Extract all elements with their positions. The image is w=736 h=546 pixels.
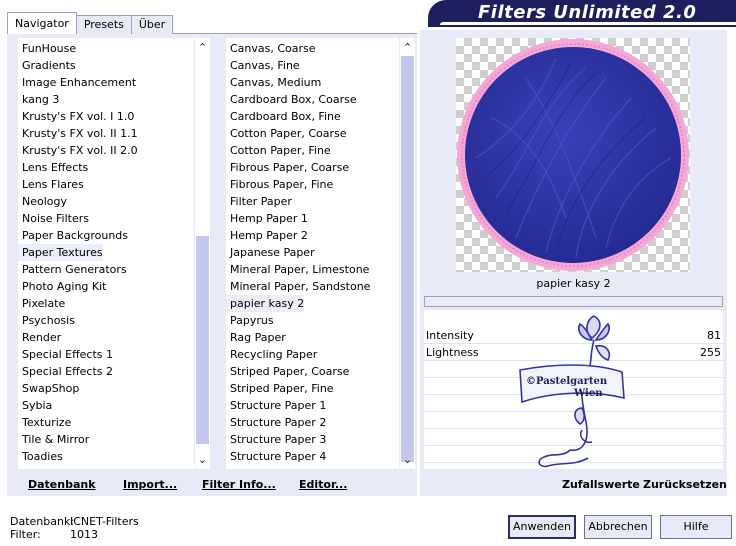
- category-scrollbar[interactable]: ⌃ ⌄: [195, 38, 210, 469]
- tab-bar: Navigator Presets Über: [7, 10, 174, 34]
- watermark-text: ©Pastelgarten: [526, 376, 608, 387]
- filter-list-item[interactable]: Structure Paper 1: [226, 397, 326, 414]
- filter-scrollbar[interactable]: ⌃ ⌄: [400, 38, 415, 469]
- filter-list-item[interactable]: Canvas, Coarse: [226, 40, 316, 57]
- cancel-button[interactable]: Abbrechen: [584, 515, 652, 539]
- category-list-item[interactable]: Noise Filters: [18, 210, 89, 227]
- category-list-item[interactable]: Photo Aging Kit: [18, 278, 106, 295]
- category-list-item[interactable]: Psychosis: [18, 312, 75, 329]
- scroll-up-icon[interactable]: ⌃: [400, 40, 415, 55]
- category-list-item[interactable]: Paper Backgrounds: [18, 227, 128, 244]
- category-list-item[interactable]: Special Effects 1: [18, 346, 113, 363]
- category-list-item[interactable]: Lens Effects: [18, 159, 88, 176]
- progress-bar: [424, 296, 723, 307]
- filter-list-item[interactable]: Canvas, Medium: [226, 74, 321, 91]
- category-list-item[interactable]: Render: [18, 329, 61, 346]
- filter-list-item[interactable]: Striped Paper, Fine: [226, 380, 334, 397]
- filter-list-item[interactable]: Cardboard Box, Coarse: [226, 91, 357, 108]
- filter-list-item[interactable]: Filter Paper: [226, 193, 292, 210]
- filter-list-item[interactable]: Mineral Paper, Sandstone: [226, 278, 370, 295]
- filter-list[interactable]: Canvas, Coarse Canvas, Fine Canvas, Medium…: [226, 38, 399, 469]
- category-scroll-thumb[interactable]: [196, 236, 209, 444]
- category-list-item[interactable]: Pattern Generators: [18, 261, 127, 278]
- database-button[interactable]: Datenbank: [28, 478, 96, 491]
- parameter-value[interactable]: 81: [707, 329, 721, 342]
- watermark-logo: ©Pastelgarten Wien: [519, 315, 625, 468]
- category-list-item[interactable]: Texturize: [18, 414, 71, 431]
- filter-list-item[interactable]: Papyrus: [226, 312, 274, 329]
- tab-about[interactable]: Über: [130, 15, 174, 34]
- filter-list-item[interactable]: Structure Paper 4: [226, 448, 326, 465]
- import-button[interactable]: Import...: [123, 478, 177, 491]
- category-list-item[interactable]: Krusty's FX vol. II 2.0: [18, 142, 138, 159]
- parameter-label: Lightness: [426, 346, 479, 359]
- app-title: Filters Unlimited 2.0: [478, 2, 697, 23]
- filter-count-value: 1013: [70, 528, 98, 541]
- category-list[interactable]: FunHouse Gradients Image Enhancement kang 3…: [18, 38, 194, 469]
- tab-presets[interactable]: Presets: [75, 15, 132, 34]
- category-list-item[interactable]: Toadies: [18, 448, 63, 465]
- svg-text:Wien: Wien: [573, 388, 603, 399]
- scroll-down-icon[interactable]: ⌄: [400, 452, 415, 467]
- parameter-value[interactable]: 255: [700, 346, 721, 359]
- filter-list-item[interactable]: Structure Paper 2: [226, 414, 326, 431]
- selected-filter-name: papier kasy 2: [424, 272, 723, 296]
- category-list-item[interactable]: SwapShop: [18, 380, 79, 397]
- filter-list-item[interactable]: Japanese Paper: [226, 244, 315, 261]
- filter-list-item[interactable]: Cotton Paper, Coarse: [226, 125, 347, 142]
- help-button[interactable]: Hilfe: [660, 515, 732, 539]
- filter-list-item[interactable]: Cotton Paper, Fine: [226, 142, 331, 159]
- filter-list-item[interactable]: Fibrous Paper, Fine: [226, 176, 333, 193]
- filter-list-item[interactable]: Rag Paper: [226, 329, 286, 346]
- category-list-item[interactable]: kang 3: [18, 91, 59, 108]
- category-list-item[interactable]: Special Effects 2: [18, 363, 113, 380]
- database-value: ICNET-Filters: [70, 515, 139, 528]
- category-list-item[interactable]: Neology: [18, 193, 67, 210]
- filter-list-item[interactable]: Striped Paper, Coarse: [226, 363, 349, 380]
- filter-scroll-thumb[interactable]: [401, 56, 414, 462]
- category-list-item[interactable]: Krusty's FX vol. I 1.0: [18, 108, 134, 125]
- category-list-item[interactable]: Gradients: [18, 57, 76, 74]
- category-list-item[interactable]: Sybia: [18, 397, 52, 414]
- filter-count-label: Filter:: [10, 528, 41, 541]
- apply-button[interactable]: Anwenden: [508, 515, 576, 539]
- filter-list-item[interactable]: Recycling Paper: [226, 346, 317, 363]
- random-values-button[interactable]: Zufallswerte: [562, 478, 640, 491]
- database-label: Datenbank:: [10, 515, 75, 528]
- scroll-up-icon[interactable]: ⌃: [195, 40, 210, 55]
- reset-button[interactable]: Zurücksetzen: [643, 478, 727, 491]
- filter-list-item[interactable]: Canvas, Fine: [226, 57, 300, 74]
- filter-list-item[interactable]: Structure Paper 3: [226, 431, 326, 448]
- filter-list-item[interactable]: Hemp Paper 1: [226, 210, 308, 227]
- category-list-item[interactable]: Lens Flares: [18, 176, 84, 193]
- filter-list-item[interactable]: Hemp Paper 2: [226, 227, 308, 244]
- category-list-item[interactable]: Pixelate: [18, 295, 65, 312]
- category-list-item[interactable]: Tile & Mirror: [18, 431, 89, 448]
- preview-artwork: [457, 39, 689, 271]
- category-list-item[interactable]: Image Enhancement: [18, 74, 136, 91]
- filter-list-item[interactable]: Cardboard Box, Fine: [226, 108, 341, 125]
- filter-info-button[interactable]: Filter Info...: [202, 478, 276, 491]
- category-list-item[interactable]: FunHouse: [18, 40, 76, 57]
- category-list-item[interactable]: Krusty's FX vol. II 1.1: [18, 125, 138, 142]
- editor-button[interactable]: Editor...: [299, 478, 347, 491]
- scroll-down-icon[interactable]: ⌄: [195, 452, 210, 467]
- filter-list-item[interactable]: Fibrous Paper, Coarse: [226, 159, 349, 176]
- category-list-item[interactable]: Paper Textures: [18, 244, 103, 261]
- filter-list-item[interactable]: Mineral Paper, Limestone: [226, 261, 369, 278]
- filter-list-item[interactable]: papier kasy 2: [226, 295, 305, 312]
- tab-navigator[interactable]: Navigator: [7, 12, 77, 34]
- parameter-label: Intensity: [426, 329, 474, 342]
- preview-image: [456, 38, 690, 272]
